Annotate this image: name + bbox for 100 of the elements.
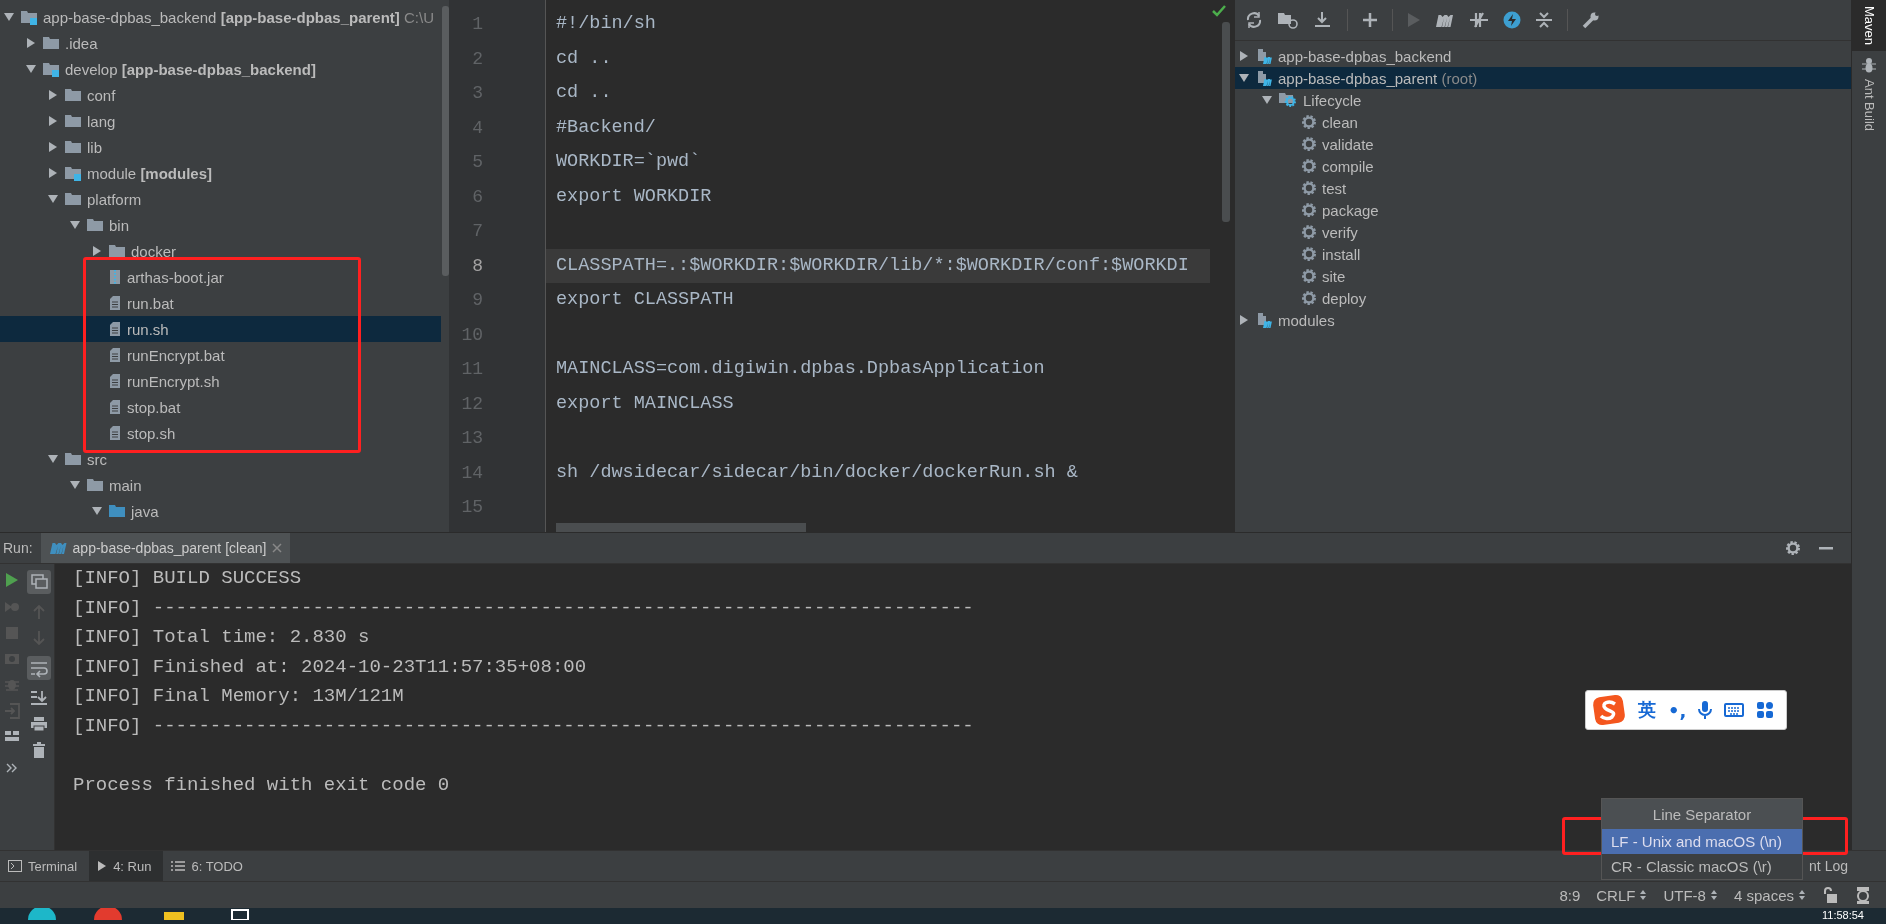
tool-window-tab[interactable]: 6: TODO xyxy=(163,851,255,881)
tree-item[interactable]: src xyxy=(0,446,441,472)
collapse-all-icon[interactable] xyxy=(1535,11,1553,29)
expand-arrow-icon[interactable] xyxy=(1261,94,1273,106)
expand-arrow-icon[interactable] xyxy=(69,219,81,231)
tree-item[interactable]: Lifecycle xyxy=(1235,89,1851,111)
tree-item[interactable]: lang xyxy=(0,108,441,134)
tool-window-label[interactable]: nt Log xyxy=(1809,858,1886,874)
collapse-arrow-icon[interactable] xyxy=(47,115,59,127)
keyboard-icon[interactable] xyxy=(1724,702,1745,718)
module-folder-icon xyxy=(42,61,60,77)
scrollbar[interactable] xyxy=(556,523,806,532)
grid-icon[interactable] xyxy=(1756,701,1775,719)
padlock-icon[interactable] xyxy=(1822,886,1838,904)
tool-window-tab[interactable]: Terminal xyxy=(0,851,90,881)
collapse-arrow-icon[interactable] xyxy=(91,245,103,257)
run-tab[interactable]: app-base-dpbas_parent [clean] xyxy=(40,533,291,563)
tree-item[interactable]: deploy xyxy=(1235,287,1851,309)
code-line: export CLASSPATH xyxy=(555,288,735,312)
toggle-offline-icon[interactable] xyxy=(1469,11,1489,29)
tree-item[interactable]: verify xyxy=(1235,221,1851,243)
collapse-arrow-icon[interactable] xyxy=(25,37,37,49)
gear-icon xyxy=(1301,180,1317,196)
menu-item[interactable]: LF - Unix and macOS (\n) xyxy=(1602,829,1802,854)
tree-item[interactable]: arthas-boot.jar xyxy=(0,264,441,290)
tree-item[interactable]: platform xyxy=(0,186,441,212)
tree-item[interactable]: install xyxy=(1235,243,1851,265)
scroll-to-end-icon[interactable] xyxy=(30,690,48,706)
console-line: Process finished with exit code 0 xyxy=(73,772,450,798)
language-indicator[interactable]: 英 xyxy=(1638,698,1656,722)
tree-item[interactable]: lib xyxy=(0,134,441,160)
download-icon[interactable] xyxy=(1313,11,1333,29)
text-file-icon xyxy=(108,321,122,337)
status-item[interactable]: CRLF xyxy=(1596,886,1648,904)
trash-icon[interactable] xyxy=(32,742,46,758)
punctuation-indicator[interactable]: •, xyxy=(1668,699,1687,721)
microphone-icon[interactable] xyxy=(1698,700,1713,720)
tool-window-tab[interactable]: 4: Run xyxy=(89,851,164,881)
collapse-arrow-icon[interactable] xyxy=(47,89,59,101)
side-tab[interactable]: Ant Build xyxy=(1852,51,1886,138)
tree-item[interactable]: main xyxy=(0,472,441,498)
settings-icon[interactable] xyxy=(1785,540,1801,556)
refresh-icon[interactable] xyxy=(1245,11,1263,29)
wrench-icon[interactable] xyxy=(1582,11,1600,29)
tree-item[interactable]: docker xyxy=(0,238,441,264)
tree-item[interactable]: test xyxy=(1235,177,1851,199)
console-line: [INFO] ------------------------------------------------------------------------ xyxy=(73,713,974,739)
tree-item[interactable]: validate xyxy=(1235,133,1851,155)
tree-item[interactable]: run.bat xyxy=(0,290,441,316)
tree-item[interactable]: clean xyxy=(1235,111,1851,133)
tree-item[interactable]: compile xyxy=(1235,155,1851,177)
more-icon[interactable] xyxy=(6,763,18,773)
folder-refresh-icon[interactable] xyxy=(1277,11,1299,29)
wrap-icon[interactable] xyxy=(27,656,51,680)
minimize-icon[interactable] xyxy=(1819,546,1833,550)
tree-item[interactable]: bin xyxy=(0,212,441,238)
collapse-arrow-icon[interactable] xyxy=(47,141,59,153)
restore-layout-icon[interactable] xyxy=(27,570,51,594)
tree-item[interactable]: app-base-dpbas_parent (root) xyxy=(1235,67,1851,89)
scrollbar[interactable] xyxy=(1222,22,1230,222)
status-item[interactable]: 4 spaces xyxy=(1733,886,1806,904)
tree-item[interactable]: java xyxy=(0,498,441,524)
console-line: [INFO] Finished at: 2024-10-23T11:57:35+08:00 xyxy=(73,654,587,680)
tree-item[interactable]: runEncrypt.sh xyxy=(0,368,441,394)
print-icon[interactable] xyxy=(30,716,48,732)
lightning-icon[interactable] xyxy=(1503,11,1521,29)
tree-item[interactable]: modules xyxy=(1235,309,1851,331)
expand-arrow-icon[interactable] xyxy=(47,193,59,205)
tree-item[interactable]: app-base-dpbas_backend xyxy=(1235,45,1851,67)
expand-arrow-icon[interactable] xyxy=(3,11,15,23)
tree-item[interactable]: site xyxy=(1235,265,1851,287)
app-icon[interactable] xyxy=(28,908,56,920)
collapse-arrow-icon[interactable] xyxy=(47,167,59,179)
folder-icon xyxy=(64,451,82,467)
status-item[interactable]: UTF-8 xyxy=(1663,886,1718,904)
menu-item[interactable]: CR - Classic macOS (\r) xyxy=(1602,854,1802,879)
tree-item[interactable]: package xyxy=(1235,199,1851,221)
expand-arrow-icon[interactable] xyxy=(69,479,81,491)
expand-arrow-icon[interactable] xyxy=(25,63,37,75)
tree-item[interactable]: module [modules] xyxy=(0,160,441,186)
tree-item[interactable]: conf xyxy=(0,82,441,108)
tree-item[interactable]: runEncrypt.bat xyxy=(0,342,441,368)
tree-item[interactable]: stop.bat xyxy=(0,394,441,420)
maven-goal-icon[interactable] xyxy=(1435,12,1455,28)
collapse-arrow-icon[interactable] xyxy=(1238,50,1250,62)
tree-item[interactable]: .idea xyxy=(0,30,441,56)
tree-item[interactable]: run.sh xyxy=(0,316,441,342)
tree-item[interactable]: stop.sh xyxy=(0,420,441,446)
expand-arrow-icon[interactable] xyxy=(47,453,59,465)
scrollbar[interactable] xyxy=(442,6,449,276)
tree-item[interactable]: app-base-dpbas_backend [app-base-dpbas_parent] C:\U xyxy=(0,4,441,30)
plus-icon[interactable] xyxy=(1362,12,1378,28)
side-tab[interactable]: Maven xyxy=(1852,0,1886,52)
run-icon[interactable] xyxy=(5,572,19,588)
collapse-arrow-icon[interactable] xyxy=(1238,314,1250,326)
status-item[interactable]: 8:9 xyxy=(1559,886,1581,904)
expand-arrow-icon[interactable] xyxy=(1238,72,1250,84)
layout-icon[interactable] xyxy=(4,730,20,742)
tree-item[interactable]: develop [app-base-dpbas_backend] xyxy=(0,56,441,82)
expand-arrow-icon[interactable] xyxy=(91,505,103,517)
